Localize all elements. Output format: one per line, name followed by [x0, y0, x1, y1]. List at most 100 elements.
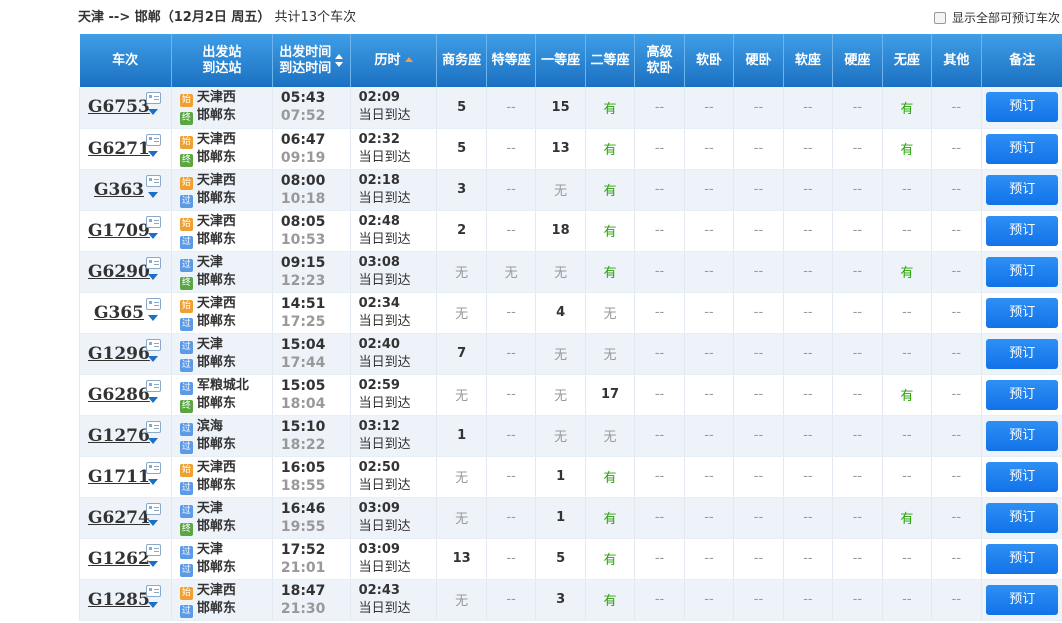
- arrival-time: 21:30: [280, 600, 326, 617]
- chevron-down-icon[interactable]: [148, 232, 158, 239]
- book-button[interactable]: 预订: [986, 379, 1059, 410]
- book-button[interactable]: 预订: [986, 543, 1059, 574]
- train-number-link[interactable]: G6290: [88, 262, 150, 282]
- duration-cell: 03:09 当日到达: [349, 497, 437, 539]
- book-button[interactable]: 预订: [986, 338, 1059, 369]
- col-stations: 出发站 到达站: [170, 34, 273, 87]
- card-icon[interactable]: [146, 92, 161, 104]
- show-all-toggle[interactable]: 显示全部可预订车次: [933, 7, 1060, 29]
- chevron-down-icon[interactable]: [148, 560, 158, 567]
- times-cell: 08:05 10:53: [271, 210, 351, 252]
- train-number-link[interactable]: G1711: [88, 467, 150, 487]
- card-icon[interactable]: [146, 502, 161, 515]
- chevron-down-icon[interactable]: [148, 191, 158, 198]
- card-icon[interactable]: [146, 297, 161, 310]
- train-number-link[interactable]: G1296: [88, 344, 150, 364]
- card-icon[interactable]: [146, 174, 161, 187]
- train-cell: G6274: [79, 497, 172, 539]
- seat-availability: --: [485, 538, 536, 580]
- station-type-badge: 始: [179, 135, 193, 149]
- seat-availability: --: [634, 579, 685, 621]
- seat-availability: --: [485, 292, 536, 334]
- book-button[interactable]: 预订: [986, 174, 1059, 205]
- duration-value: 03:08: [358, 254, 400, 270]
- arrival-time: 10:53: [280, 231, 326, 248]
- chevron-down-icon[interactable]: [148, 396, 158, 403]
- seat-availability: --: [832, 415, 883, 457]
- book-button[interactable]: 预订: [986, 133, 1059, 164]
- arrival-time: 09:19: [280, 149, 326, 166]
- arrival-note: 当日到达: [358, 272, 411, 288]
- card-icon[interactable]: [146, 338, 161, 351]
- chevron-down-icon[interactable]: [148, 601, 158, 608]
- book-button[interactable]: 预订: [986, 256, 1059, 287]
- times-cell: 06:47 09:19: [271, 128, 351, 170]
- station-type-badge: 过: [179, 545, 193, 559]
- to-station: 邯郸东: [196, 395, 236, 411]
- card-icon[interactable]: [146, 420, 161, 433]
- departure-time: 17:52: [280, 541, 326, 558]
- station-type-badge: 过: [179, 440, 193, 454]
- stations-cell: 始天津西过邯郸东: [170, 210, 273, 252]
- card-icon[interactable]: [146, 256, 161, 269]
- station-type-badge: 始: [179, 299, 193, 313]
- book-button[interactable]: 预订: [986, 502, 1059, 533]
- duration-cell: 03:09 当日到达: [349, 538, 437, 580]
- train-number-link[interactable]: G365: [88, 303, 144, 323]
- train-number-link[interactable]: G1709: [88, 221, 150, 241]
- book-button[interactable]: 预订: [986, 461, 1059, 492]
- chevron-down-icon[interactable]: [148, 314, 158, 321]
- seat-availability: --: [733, 497, 784, 539]
- chevron-down-icon[interactable]: [148, 150, 158, 157]
- duration-value: 02:09: [358, 90, 400, 106]
- book-button[interactable]: 预订: [986, 92, 1059, 123]
- station-type-badge: 始: [179, 463, 193, 477]
- train-number-link[interactable]: G6274: [88, 508, 150, 528]
- chevron-down-icon[interactable]: [148, 478, 158, 485]
- train-number-link[interactable]: G1276: [88, 426, 150, 446]
- card-icon[interactable]: [146, 543, 161, 556]
- train-number-link[interactable]: G1262: [88, 549, 150, 569]
- seat-availability: --: [733, 128, 784, 170]
- remark-cell: 预订: [980, 128, 1062, 170]
- chevron-down-icon[interactable]: [148, 519, 158, 526]
- card-icon[interactable]: [146, 215, 161, 228]
- departure-time: 16:46: [280, 500, 326, 517]
- col-seat: 硬卧: [733, 34, 784, 87]
- train-number-link[interactable]: G363: [88, 180, 144, 200]
- duration-cell: 02:50 当日到达: [349, 456, 437, 498]
- sort-icon[interactable]: [335, 54, 344, 67]
- seat-availability: --: [485, 579, 536, 621]
- book-button[interactable]: 预订: [986, 584, 1059, 615]
- chevron-down-icon[interactable]: [148, 437, 158, 444]
- train-number-link[interactable]: G6753: [88, 97, 150, 117]
- train-number-link[interactable]: G1285: [88, 590, 150, 610]
- chevron-down-icon[interactable]: [148, 273, 158, 280]
- train-number-link[interactable]: G6286: [88, 385, 150, 405]
- remark-cell: 预订: [980, 210, 1062, 252]
- book-button[interactable]: 预订: [986, 215, 1059, 246]
- train-number-link[interactable]: G6271: [88, 139, 150, 159]
- seat-availability: 有: [584, 579, 635, 621]
- train-cell: G1296: [79, 333, 172, 375]
- chevron-down-icon[interactable]: [148, 355, 158, 362]
- train-cell: G363: [79, 169, 172, 211]
- sort-asc-icon[interactable]: [404, 56, 413, 62]
- col-seat: 二等座: [584, 34, 635, 87]
- seat-availability: --: [485, 497, 536, 539]
- col-duration[interactable]: 历时: [349, 34, 437, 87]
- card-icon[interactable]: [146, 461, 161, 474]
- col-times[interactable]: 出发时间 到达时间: [271, 34, 351, 87]
- card-icon[interactable]: [146, 379, 161, 392]
- seat-availability: --: [832, 374, 883, 416]
- card-icon[interactable]: [146, 584, 161, 597]
- chevron-down-icon[interactable]: [148, 109, 158, 115]
- card-icon[interactable]: [146, 133, 161, 146]
- show-all-checkbox[interactable]: [933, 12, 946, 24]
- book-button[interactable]: 预订: [986, 420, 1059, 451]
- times-cell: 15:05 18:04: [271, 374, 351, 416]
- col-remark: 备注: [980, 34, 1062, 87]
- seat-availability: --: [832, 87, 883, 129]
- book-button[interactable]: 预订: [986, 297, 1059, 328]
- seat-availability: --: [683, 128, 734, 170]
